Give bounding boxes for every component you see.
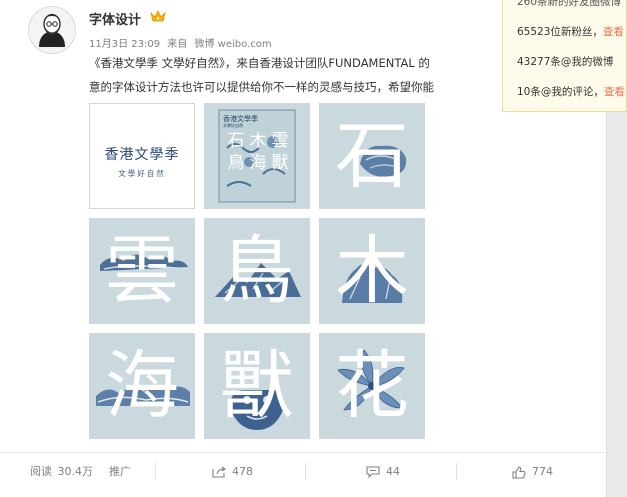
post-text-line-2: 意的字体设计方法也许可以提供给你不一样的灵感与技巧，希望你能 — [89, 80, 434, 94]
share-icon — [212, 466, 226, 478]
cover-title: 香港文學季 — [104, 147, 180, 163]
poster-subtitle: 文學好自然 — [223, 123, 243, 128]
share-count: 478 — [232, 465, 253, 478]
poster-char: 雲 — [271, 131, 289, 151]
grid-image-cloud[interactable]: 雲 — [89, 218, 195, 324]
promote-button[interactable]: 推广 — [109, 453, 131, 490]
weibo-page: 字体设计 11月3日 23:09 来自 微博 weibo.com 《香港文學季 … — [0, 0, 627, 497]
post-action-bar: 阅读 30.4万 推广 478 44 774 — [0, 452, 606, 490]
calligraphy-char-bird: 鳥 — [220, 228, 294, 314]
post-source-prefix: 来自 — [167, 39, 188, 50]
poster-char: 石 — [227, 131, 245, 151]
image-grid: 香港文學季 文學好自然 香港文學季 文學好自然 石 木 雲 鳥 海 獸 石 雲 … — [89, 103, 429, 443]
poster-char: 海 — [249, 153, 267, 173]
like-button[interactable]: 774 — [512, 453, 553, 490]
notification-item-mention-comment: 10条@我的评论，查看 — [517, 86, 625, 98]
notification-dropdown: 260条新的好友圈微博 65523位新粉丝，查看 43277条@我的微博 10条… — [502, 0, 627, 112]
notification-link-view-fans[interactable]: 查看 — [603, 26, 624, 38]
notification-item-mention-weibo[interactable]: 43277条@我的微博 — [517, 54, 613, 69]
read-count: 阅读 30.4万 — [30, 465, 94, 478]
calligraphy-char-sea: 海 — [105, 343, 179, 429]
grid-image-sea[interactable]: 海 — [89, 333, 195, 439]
post-meta: 11月3日 23:09 来自 微博 weibo.com — [89, 35, 272, 50]
grid-image-flower[interactable]: 花 — [319, 333, 425, 439]
grid-image-stone[interactable]: 石 — [319, 103, 425, 209]
cover-subtitle: 文學好自然 — [118, 169, 166, 178]
divider — [456, 463, 457, 480]
post-text: 《香港文學季 文學好自然》，来自香港设计团队FUNDAMENTAL 的 意的字体… — [89, 51, 501, 99]
poster-characters: 石 木 雲 鳥 海 獸 — [225, 130, 291, 174]
like-count: 774 — [532, 465, 553, 478]
calligraphy-char-stone: 石 — [335, 113, 409, 199]
grid-image-wood[interactable]: 木 — [319, 218, 425, 324]
comment-button[interactable]: 44 — [366, 453, 400, 490]
post-timestamp[interactable]: 11月3日 23:09 — [89, 39, 160, 50]
post-source-link[interactable]: 微博 weibo.com — [194, 39, 271, 50]
read-count-value: 30.4万 — [57, 465, 94, 478]
calligraphy-char-flower: 花 — [335, 343, 409, 429]
calligraphy-char-beast: 獸 — [220, 343, 294, 429]
share-button[interactable]: 478 — [212, 453, 253, 490]
notification-link-view-comments[interactable]: 查看 — [604, 86, 625, 98]
post-text-line-1: 《香港文學季 文學好自然》，来自香港设计团队FUNDAMENTAL 的 — [89, 56, 430, 70]
calligraphy-char-wood: 木 — [335, 228, 409, 314]
divider — [305, 463, 306, 480]
grid-image-cover[interactable]: 香港文學季 文學好自然 — [89, 103, 195, 209]
notification-item-new-fans: 65523位新粉丝，查看 — [517, 26, 624, 38]
vip-badge-icon[interactable] — [150, 9, 166, 23]
poster-char: 鳥 — [227, 153, 245, 173]
thumbs-up-icon — [512, 465, 526, 479]
grid-image-poster[interactable]: 香港文學季 文學好自然 石 木 雲 鳥 海 獸 — [204, 103, 310, 209]
avatar[interactable] — [28, 6, 76, 54]
poster-char: 獸 — [271, 153, 289, 173]
notification-item-friends-feed[interactable]: 260条新的好友圈微博 — [517, 0, 621, 9]
comment-count: 44 — [386, 465, 400, 478]
comment-icon — [366, 466, 380, 479]
divider — [155, 463, 156, 480]
calligraphy-char-cloud: 雲 — [105, 228, 179, 314]
avatar-portrait-icon — [29, 7, 75, 53]
post-author-name[interactable]: 字体设计 — [89, 9, 141, 28]
grid-image-beast[interactable]: 獸 — [204, 333, 310, 439]
grid-image-bird[interactable]: 鳥 — [204, 218, 310, 324]
poster-char: 木 — [249, 131, 267, 151]
